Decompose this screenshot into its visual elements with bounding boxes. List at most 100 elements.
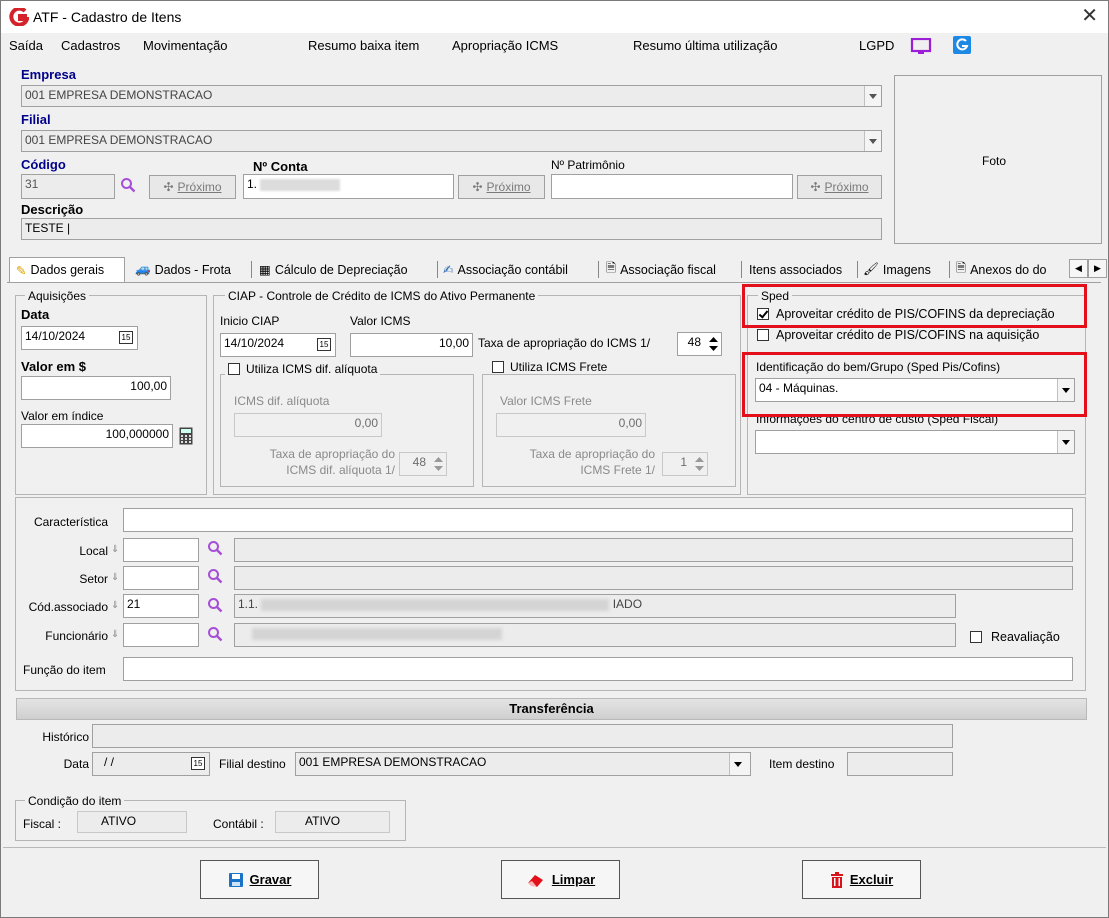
- historico-input[interactable]: [92, 724, 953, 748]
- lookup-arrow-icon: ⇓: [111, 600, 120, 611]
- reavaliacao-row[interactable]: Reavaliação: [970, 630, 1060, 644]
- calculator-icon[interactable]: [179, 427, 193, 445]
- frete-label: Valor ICMS Frete: [500, 394, 592, 408]
- frete-taxa-label-1: Taxa de apropriação do: [529, 447, 655, 461]
- calendar-icon[interactable]: 15: [317, 338, 331, 351]
- valor-icms-input[interactable]: 10,00: [350, 333, 473, 357]
- empresa-select[interactable]: 001 EMPRESA DEMONSTRACAO: [21, 85, 882, 107]
- chevron-down-icon[interactable]: [1057, 431, 1074, 453]
- tab-label: Associação contábil: [457, 262, 568, 277]
- tab-dados-frota[interactable]: 🚙 Dados - Frota: [135, 257, 231, 282]
- redacted-block: [261, 598, 610, 611]
- cod-associado-input[interactable]: 21: [123, 594, 199, 618]
- tab-scroll-left-icon[interactable]: ◀: [1069, 259, 1088, 278]
- search-icon[interactable]: [207, 597, 223, 613]
- close-icon[interactable]: ✕: [1081, 5, 1098, 27]
- caracteristica-input[interactable]: [123, 508, 1073, 532]
- taxa-icms-spinner[interactable]: 48: [677, 332, 722, 356]
- indice-input[interactable]: 100,000000: [21, 424, 173, 448]
- tab-separator: [598, 261, 599, 278]
- setor-input[interactable]: [123, 566, 199, 590]
- tab-assoc-fiscal[interactable]: 🗎 Associação fiscal: [606, 257, 716, 282]
- aquisicoes-title: Aquisições: [25, 289, 90, 303]
- difal-taxa-spinner[interactable]: 48: [399, 452, 447, 476]
- tab-label: Cálculo de Depreciação: [274, 262, 408, 277]
- local-description: [234, 538, 1073, 562]
- filial-select[interactable]: 001 EMPRESA DEMONSTRACAO: [21, 130, 882, 152]
- difal-checkbox[interactable]: [228, 363, 240, 375]
- codigo-input[interactable]: 31: [21, 174, 115, 199]
- gravar-button[interactable]: Gravar: [200, 860, 319, 899]
- tab-separator: [251, 261, 252, 278]
- tab-scroll-right-icon[interactable]: ▶: [1088, 259, 1107, 278]
- transf-data-value: / /: [104, 755, 115, 769]
- frete-taxa-spinner[interactable]: 1: [662, 452, 708, 476]
- valor-input[interactable]: 100,00: [21, 376, 171, 400]
- spinner-arrows-icon[interactable]: [432, 455, 445, 473]
- patrimonio-input[interactable]: [551, 174, 793, 199]
- cod-associado-desc-end: IADO: [612, 597, 643, 611]
- spinner-arrows-icon[interactable]: [707, 335, 720, 353]
- photo-frame[interactable]: Foto: [894, 75, 1102, 244]
- tab-calculo[interactable]: ▦ Cálculo de Depreciação: [259, 257, 408, 282]
- conta-proximo-button[interactable]: ✣ Próximo: [458, 175, 545, 199]
- filial-destino-label: Filial destino: [219, 757, 286, 771]
- codigo-proximo-button[interactable]: ✣ Próximo: [149, 175, 236, 199]
- tab-itens-associados[interactable]: Itens associados: [749, 257, 842, 282]
- frete-input[interactable]: 0,00: [496, 413, 646, 437]
- descricao-input[interactable]: TESTE |: [21, 218, 882, 240]
- search-icon[interactable]: [207, 540, 223, 556]
- difal-input[interactable]: 0,00: [234, 413, 382, 437]
- excluir-button[interactable]: Excluir: [802, 860, 921, 899]
- reavaliacao-checkbox[interactable]: [970, 631, 982, 643]
- search-icon[interactable]: [207, 568, 223, 584]
- sped-check2-checkbox[interactable]: [757, 329, 769, 341]
- chevron-down-icon[interactable]: [729, 753, 750, 775]
- transferencia-title: Transferência: [509, 701, 594, 716]
- chevron-down-icon[interactable]: [864, 131, 881, 151]
- centro-custo-select[interactable]: [755, 430, 1075, 454]
- calendar-icon[interactable]: 15: [191, 757, 205, 770]
- help-g-icon[interactable]: [953, 36, 971, 54]
- filial-destino-select[interactable]: 001 EMPRESA DEMONSTRACAO: [295, 752, 751, 776]
- setor-description: [234, 566, 1073, 590]
- search-icon[interactable]: [120, 177, 136, 193]
- menu-cadastros[interactable]: Cadastros: [61, 38, 120, 53]
- sped-check2-row[interactable]: Aproveitar crédito de PIS/COFINS na aqui…: [757, 328, 1039, 342]
- search-icon[interactable]: [207, 626, 223, 642]
- monitor-icon[interactable]: [910, 38, 932, 56]
- frete-checkbox[interactable]: [492, 361, 504, 373]
- menu-lgpd[interactable]: LGPD: [859, 38, 894, 53]
- menu-apropriacao-icms[interactable]: Apropriação ICMS: [452, 38, 558, 53]
- spinner-arrows-icon[interactable]: [693, 455, 706, 473]
- transf-data-input[interactable]: / / 15: [92, 752, 210, 776]
- menu-resumo-baixa[interactable]: Resumo baixa item: [308, 38, 419, 53]
- local-input[interactable]: [123, 538, 199, 562]
- inicio-ciap-label: Inicio CIAP: [220, 314, 280, 328]
- condicao-title: Condição do item: [25, 794, 125, 808]
- tab-imagens[interactable]: 🖌 Imagens: [863, 257, 931, 282]
- patrimonio-proximo-button[interactable]: ✣ Próximo: [797, 175, 882, 199]
- inicio-ciap-input[interactable]: 14/10/2024 15: [220, 333, 336, 357]
- funcao-item-input[interactable]: [123, 657, 1073, 681]
- frete-check-row[interactable]: Utiliza ICMS Frete: [489, 360, 611, 374]
- menu-saida[interactable]: Saída: [9, 38, 43, 53]
- conta-input[interactable]: 1.: [243, 174, 454, 199]
- tab-separator: [857, 261, 858, 278]
- document-icon: 🗎: [956, 261, 967, 275]
- menu-resumo-ultima[interactable]: Resumo última utilização: [633, 38, 778, 53]
- tab-separator: [949, 261, 950, 278]
- descricao-label: Descrição: [21, 202, 84, 217]
- codigo-label: Código: [21, 157, 66, 172]
- tab-anexos[interactable]: 🗎 Anexos do do: [956, 257, 1071, 282]
- item-destino-input[interactable]: [847, 752, 953, 776]
- data-aquisicao-input[interactable]: 14/10/2024 15: [21, 326, 138, 350]
- funcionario-input[interactable]: [123, 623, 199, 647]
- chevron-down-icon[interactable]: [864, 86, 881, 106]
- difal-check-row[interactable]: Utiliza ICMS dif. alíquota: [225, 362, 381, 376]
- tab-assoc-contabil[interactable]: ✍ Associação contábil: [443, 257, 568, 282]
- tab-dados-gerais[interactable]: ✎ Dados gerais: [9, 257, 125, 282]
- limpar-button[interactable]: Limpar: [501, 860, 620, 899]
- calendar-icon[interactable]: 15: [119, 331, 133, 344]
- menu-movimentacao[interactable]: Movimentação: [143, 38, 228, 53]
